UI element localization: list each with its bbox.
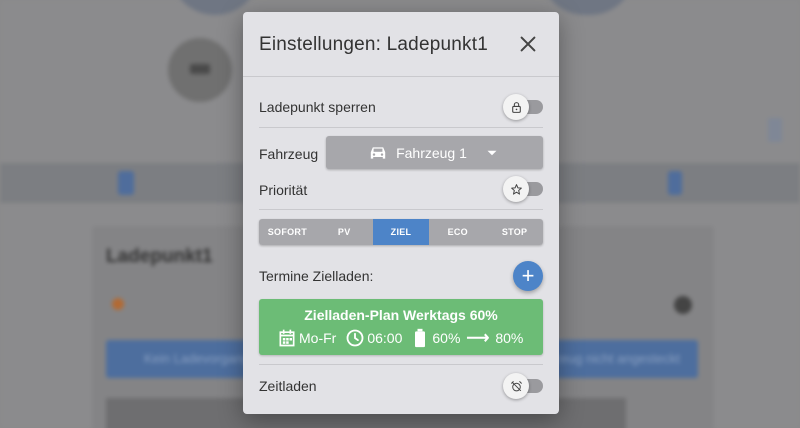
mode-sofort-button[interactable]: SOFORT <box>259 219 316 245</box>
lock-icon <box>511 101 521 113</box>
divider <box>259 209 543 210</box>
mode-ziel-button[interactable]: ZIEL <box>372 219 430 245</box>
car-icon <box>370 146 386 159</box>
background-icon <box>768 118 782 142</box>
dialog-header: Einstellungen: Ladepunkt1 <box>243 12 559 77</box>
mode-eco-button[interactable]: ECO <box>429 219 487 245</box>
background-avatar <box>168 38 232 102</box>
background-info-icon <box>674 296 692 314</box>
background-info-left: Kein Ladevorgang <box>144 351 250 366</box>
lock-label: Ladepunkt sperren <box>259 99 376 115</box>
schedule-label: Termine Zielladen: <box>259 268 374 284</box>
background-tab-icon <box>118 171 134 195</box>
priority-toggle[interactable] <box>503 176 543 202</box>
timecharge-toggle[interactable] <box>503 373 543 399</box>
add-schedule-button[interactable]: + <box>513 261 543 291</box>
settings-dialog: Einstellungen: Ladepunkt1 Ladepunkt sper… <box>243 12 559 414</box>
calendar-icon <box>279 329 295 347</box>
timecharge-label: Zeitladen <box>259 378 317 394</box>
chevron-down-icon <box>487 150 497 155</box>
plan-soc-to: 80% <box>495 330 524 346</box>
star-icon <box>510 183 522 195</box>
mode-pv-button[interactable]: PV <box>315 219 373 245</box>
plan-time: 06:00 <box>367 330 403 346</box>
priority-label: Priorität <box>259 182 308 198</box>
close-button[interactable] <box>517 33 539 55</box>
schedule-plan-card[interactable]: Zielladen-Plan Werktags 60% Mo-Fr 06:00 … <box>259 299 543 355</box>
background-status-dot <box>112 298 124 310</box>
divider <box>259 364 543 365</box>
arrow-right-icon: ⟶ <box>466 330 490 347</box>
battery-icon <box>415 328 426 348</box>
close-icon <box>520 36 536 52</box>
dialog-title: Einstellungen: Ladepunkt1 <box>259 34 488 55</box>
plan-soc-from: 60% <box>432 330 461 346</box>
mode-stop-button[interactable]: STOP <box>486 219 543 245</box>
plus-icon: + <box>521 263 535 288</box>
lock-toggle[interactable] <box>503 94 543 120</box>
vehicle-label: Fahrzeug <box>259 146 319 162</box>
alarm-off-icon <box>510 380 522 391</box>
background-card-title: Ladepunkt1 <box>106 246 213 267</box>
vehicle-select[interactable]: Fahrzeug 1 <box>326 136 543 169</box>
vehicle-select-value: Fahrzeug 1 <box>396 144 467 161</box>
divider <box>259 127 543 128</box>
background-tab-icon <box>668 171 682 195</box>
plan-title: Zielladen-Plan Werktags 60% <box>304 307 498 323</box>
plan-details: Mo-Fr 06:00 60% ⟶ 80% <box>277 328 523 348</box>
charge-mode-selector: SOFORT PV ZIEL ECO STOP <box>259 219 543 245</box>
clock-icon <box>346 329 364 347</box>
plan-days: Mo-Fr <box>299 330 337 346</box>
